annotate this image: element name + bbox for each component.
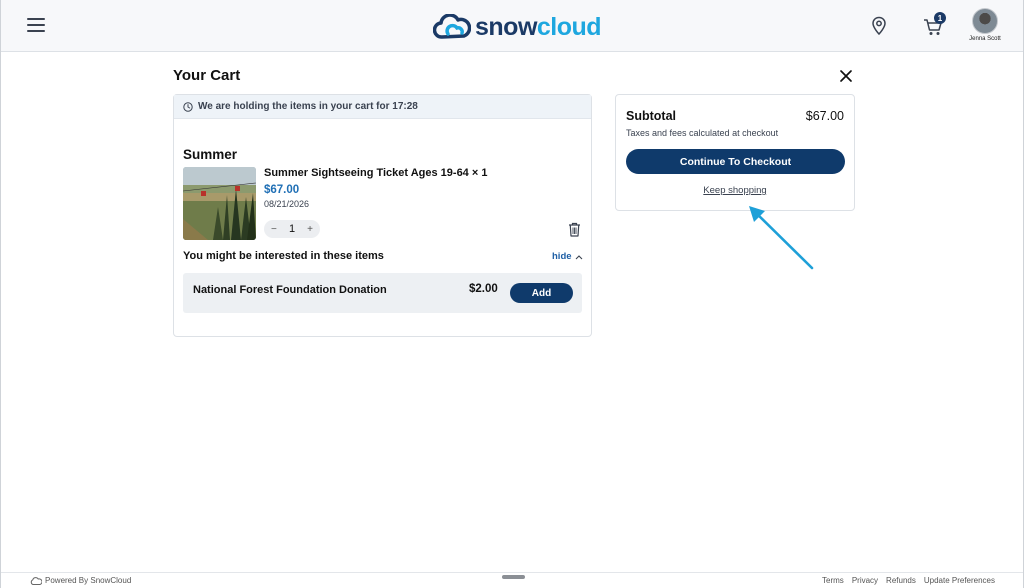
product-date: 08/21/2026 [264,199,310,209]
hold-banner: We are holding the items in your cart fo… [174,95,591,119]
hide-label: hide [552,251,572,262]
continue-to-checkout-button[interactable]: Continue To Checkout [626,149,845,174]
clock-icon [183,101,193,112]
decrement-button[interactable]: − [271,224,277,235]
logo-text: snowcloud [475,12,602,42]
cart-count-badge: 1 [934,12,946,24]
footer-link-privacy[interactable]: Privacy [852,576,878,585]
trash-icon[interactable] [568,222,581,237]
product-price: $67.00 [264,184,300,196]
footer: Powered By SnowCloud Terms Privacy Refun… [1,572,1023,588]
footer-link-terms[interactable]: Terms [822,576,844,585]
section-title: Summer [183,147,238,162]
product-image [183,167,256,240]
cloud-icon [30,576,42,585]
quantity-value: 1 [288,223,296,235]
annotation-arrow [749,206,814,270]
suggestion-price: $2.00 [469,283,498,295]
close-icon[interactable] [839,69,853,83]
footer-links: Terms Privacy Refunds Update Preferences [822,576,995,585]
powered-by: Powered By SnowCloud [30,576,131,585]
suggestion-item: National Forest Foundation Donation $2.0… [183,273,582,313]
logo-word-cloud: cloud [536,12,602,41]
add-suggestion-button[interactable]: Add [510,283,573,303]
product-name: Summer Sightseeing Ticket Ages 19-64 × 1 [264,167,488,179]
cloud-logo-icon [433,14,471,39]
hide-suggestions-link[interactable]: hide [552,251,583,262]
footer-link-refunds[interactable]: Refunds [886,576,916,585]
footer-link-update-preferences[interactable]: Update Preferences [924,576,995,585]
drag-handle[interactable] [502,575,525,579]
logo-word-snow: snow [475,12,537,41]
subtotal-value: $67.00 [805,109,844,123]
keep-shopping-link[interactable]: Keep shopping [616,185,854,196]
hold-message: We are holding the items in your cart fo… [198,101,418,112]
subtotal-label: Subtotal [626,109,676,123]
cart-panel: We are holding the items in your cart fo… [173,94,592,337]
avatar[interactable] [972,8,998,34]
quantity-stepper: − 1 + [264,220,320,238]
user-name: Jenna Scott [969,36,1001,42]
menu-icon[interactable] [27,18,45,34]
page-title: Your Cart [173,67,241,84]
increment-button[interactable]: + [307,224,313,235]
powered-by-text: Powered By SnowCloud [45,576,132,585]
order-summary-panel: Subtotal $67.00 Taxes and fees calculate… [615,94,855,211]
snowcloud-logo[interactable]: snowcloud [433,12,602,42]
suggestions-title: You might be interested in these items [183,250,384,262]
suggestion-name: National Forest Foundation Donation [193,284,387,296]
chevron-up-icon [575,254,582,259]
top-header: snowcloud 1 Jenna Scott [1,0,1023,52]
map-pin-icon[interactable] [871,16,887,36]
taxes-note: Taxes and fees calculated at checkout [626,128,779,138]
